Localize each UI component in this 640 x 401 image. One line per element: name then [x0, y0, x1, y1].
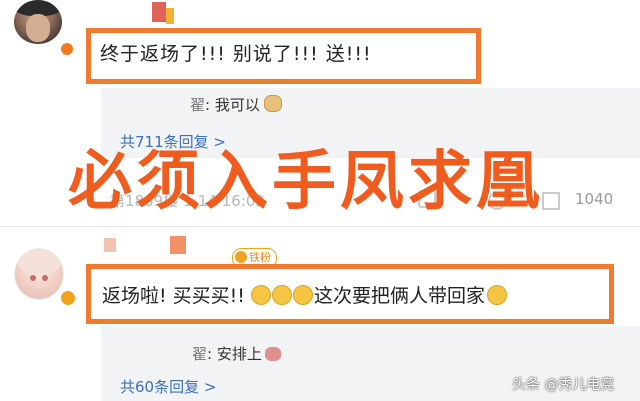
divider	[0, 226, 640, 227]
like-count: 1040	[575, 190, 614, 208]
reply-text: : 我可以	[205, 96, 260, 114]
avatar-hair	[17, 249, 61, 275]
reply-username[interactable]: 翟	[190, 96, 205, 114]
comment-text: 返场啦! 买买买!! 这次要把俩人带回家	[102, 279, 507, 313]
user-avatar[interactable]	[14, 248, 64, 300]
reply-item[interactable]: 翟: 安排上	[192, 343, 281, 364]
kiss-emoji-icon	[486, 285, 507, 305]
username-redacted	[152, 2, 166, 22]
username-redacted	[170, 236, 186, 254]
avatar-eye	[30, 275, 36, 281]
doge-emoji-icon	[263, 95, 282, 112]
user-avatar[interactable]	[14, 0, 62, 44]
avatar-face	[26, 14, 50, 42]
comment-text-part: 返场啦! 买买买!!	[102, 285, 251, 307]
username-redacted	[104, 238, 116, 252]
reply-text: : 安排上	[207, 345, 262, 363]
verified-badge-icon	[60, 42, 74, 56]
reply-item[interactable]: 翟: 我可以	[190, 94, 282, 115]
comment-text: 终于返场了!!! 别说了!!! 送!!!	[100, 43, 372, 65]
fan-badge-label: 铁粉	[249, 251, 271, 264]
scared-emoji-icon	[271, 285, 292, 305]
comment-text-part: 这次要把俩人带回家	[313, 285, 485, 307]
view-replies-link[interactable]: 共60条回复 >	[120, 376, 216, 397]
scared-emoji-icon	[250, 285, 271, 305]
overlay-headline: 必须入手凤求凰	[68, 145, 544, 219]
avatar-eye	[42, 275, 48, 281]
pig-emoji-icon	[264, 347, 281, 361]
verified-badge-icon	[60, 290, 76, 306]
heart-icon	[235, 251, 247, 263]
watermark: 头条 @秀儿电竞	[512, 377, 615, 393]
reply-username[interactable]: 翟	[192, 345, 207, 363]
like-icon[interactable]	[542, 192, 560, 210]
scared-emoji-icon	[292, 285, 313, 305]
level-badge-icon	[166, 8, 174, 24]
